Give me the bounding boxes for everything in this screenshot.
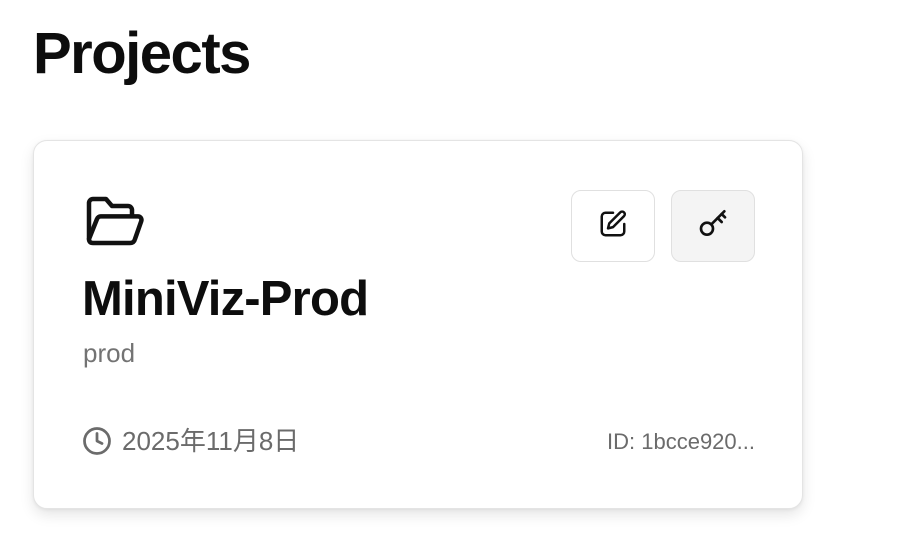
project-id: ID: 1bcce920...: [607, 429, 755, 454]
project-name: MiniViz-Prod: [82, 272, 369, 326]
projects-page: Projects MiniViz-Prod prod 2025年11月8日 ID…: [0, 0, 902, 558]
key-icon: [697, 208, 729, 245]
project-subtitle: prod: [83, 338, 136, 368]
edit-project-button[interactable]: [571, 190, 655, 262]
page-title: Projects: [33, 21, 251, 86]
folder-open-icon: [84, 195, 146, 247]
project-card[interactable]: MiniViz-Prod prod 2025年11月8日 ID: 1bcce92…: [33, 140, 803, 509]
edit-icon: [598, 209, 628, 244]
clock-icon: [82, 426, 112, 456]
created-date-text: 2025年11月8日: [122, 426, 300, 456]
created-date: 2025年11月8日: [82, 425, 299, 457]
api-keys-button[interactable]: [671, 190, 755, 262]
